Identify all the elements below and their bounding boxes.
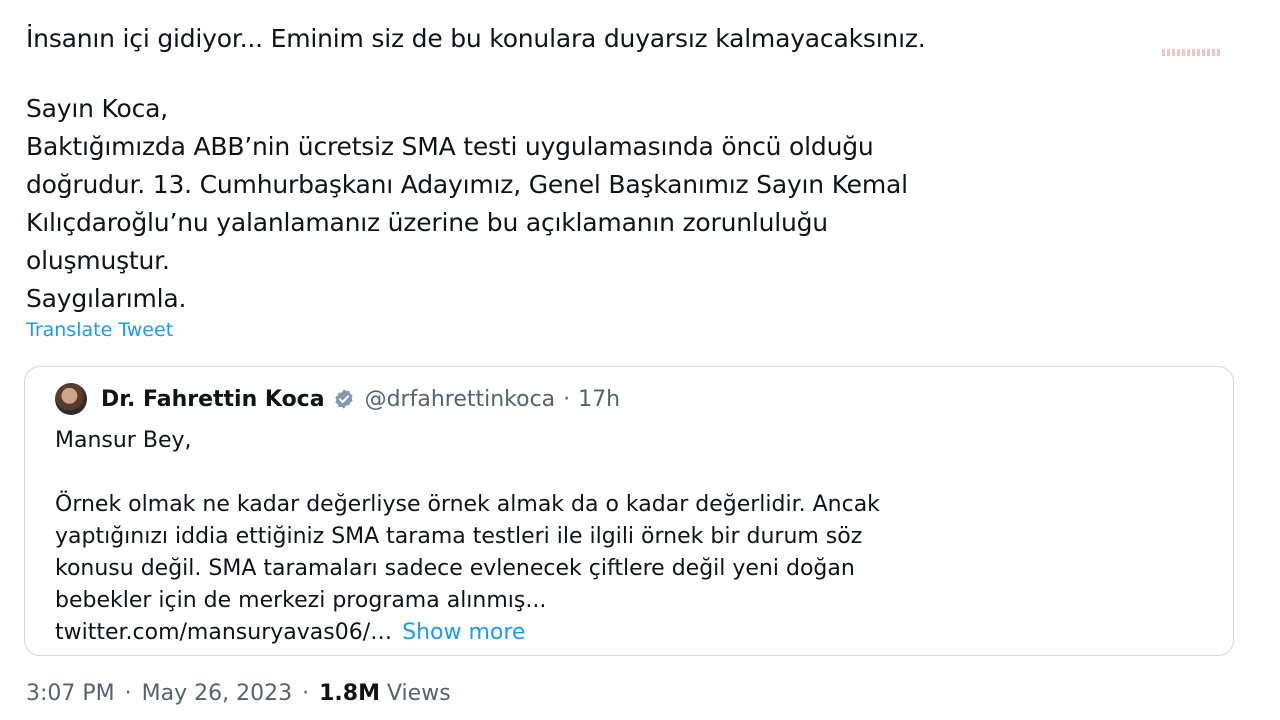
tweet-body: Sayın Koca, Baktığımızda ABB’nin ücretsi… [26,90,908,318]
quoted-body-line: Örnek olmak ne kadar değerliyse örnek al… [55,492,880,517]
quoted-body-line: yaptığınızı iddia ettiğiniz SMA tarama t… [55,524,863,549]
separator-dot: · [563,386,571,412]
quoted-link[interactable]: twitter.com/mansuryavas06/… [55,620,392,645]
quoted-tweet[interactable]: Dr. Fahrettin Koca @drfahrettinkoca · 17… [24,366,1234,656]
quoted-body-line: bebekler için de merkezi programa alınmı… [55,588,547,613]
quoted-tweet-header: Dr. Fahrettin Koca @drfahrettinkoca · 17… [55,383,620,415]
quoted-author-name[interactable]: Dr. Fahrettin Koca [101,387,325,412]
tweet-time[interactable]: 3:07 PM [26,681,115,706]
tweet-body-line: oluşmuştur. [26,246,170,275]
tweet-body-line: doğrudur. 13. Cumhurbaşkanı Adayımız, Ge… [26,170,908,199]
views-count: 1.8M [319,681,380,706]
tweet-date[interactable]: May 26, 2023 [142,681,292,706]
separator-dot: · [302,681,310,706]
translate-tweet-link[interactable]: Translate Tweet [26,319,173,341]
quoted-tweet-time[interactable]: 17h [578,387,620,412]
tweet-body-line: Saygılarımla. [26,284,187,313]
verified-badge-icon [333,388,355,410]
show-more-link[interactable]: Show more [402,620,525,645]
tweet-meta: 3:07 PM · May 26, 2023 · 1.8M Views [26,681,451,706]
tweet-body-line: Baktığımızda ABB’nin ücretsiz SMA testi … [26,132,874,161]
avatar[interactable] [55,383,87,415]
quoted-link-line: twitter.com/mansuryavas06/… Show more [55,617,880,649]
tweet-body-line: Kılıçdaroğlu’nu yalanlamanız üzerine bu … [26,208,828,237]
quoted-tweet-body: Mansur Bey, Örnek olmak ne kadar değerli… [55,425,880,649]
highlight-mark [1162,49,1220,56]
separator-dot: · [124,681,132,706]
tweet-top-line: İnsanın içi gidiyor... Eminim siz de bu … [26,24,926,53]
views-label: Views [386,681,451,706]
tweet-body-line: Sayın Koca, [26,94,168,123]
quoted-greeting: Mansur Bey, [55,428,192,453]
quoted-author-handle[interactable]: @drfahrettinkoca [365,387,556,412]
quoted-body-line: konusu değil. SMA taramaları sadece evle… [55,556,855,581]
